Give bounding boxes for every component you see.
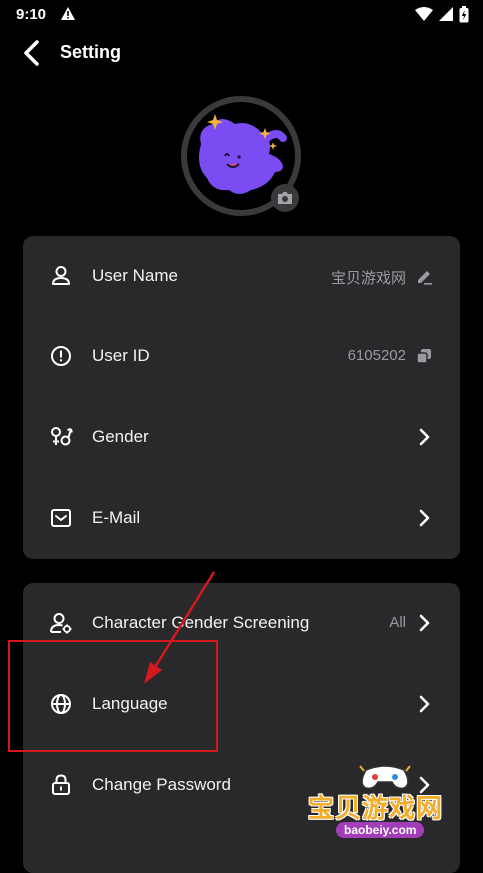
chevron-right-icon: [414, 613, 434, 633]
alert-icon: [60, 6, 76, 26]
camera-icon[interactable]: [271, 184, 299, 212]
avatar[interactable]: [181, 96, 301, 216]
watermark-url: baobeiy.com: [336, 822, 425, 838]
watermark-text: 宝贝游戏网: [308, 793, 444, 823]
email-label: E-Mail: [92, 508, 141, 527]
profile-settings-card: User Name 宝贝游戏网 User ID 6105202 Gender E…: [23, 236, 460, 559]
gender-row[interactable]: Gender: [23, 397, 460, 477]
annotation-highlight-box: [8, 640, 218, 752]
user-icon: [49, 264, 73, 288]
back-arrow-icon: [24, 40, 39, 66]
chevron-right-icon: [414, 694, 434, 714]
email-row[interactable]: E-Mail: [23, 478, 460, 558]
lock-icon: [49, 773, 73, 797]
id-icon: [49, 344, 73, 368]
chevron-right-icon: [414, 427, 434, 447]
character-gender-screening-label: Character Gender Screening: [92, 613, 310, 632]
user-id-row: User ID 6105202: [23, 316, 460, 396]
change-password-label: Change Password: [92, 775, 231, 794]
wifi-icon: [415, 7, 433, 27]
page-title: Setting: [60, 42, 121, 62]
mail-icon: [49, 506, 73, 530]
status-time: 9:10: [16, 6, 47, 23]
status-bar: 9:10: [0, 0, 483, 30]
user-name-row[interactable]: User Name 宝贝游戏网: [23, 236, 460, 316]
copy-icon[interactable]: [414, 346, 434, 366]
gender-icon: [49, 425, 73, 449]
signal-icon: [439, 7, 453, 27]
gender-label: Gender: [92, 427, 149, 446]
back-button[interactable]: [20, 38, 46, 68]
watermark: 宝贝游戏网 baobeiy.com: [300, 760, 470, 858]
chevron-right-icon: [414, 508, 434, 528]
battery-icon: [459, 6, 469, 28]
edit-icon[interactable]: [414, 266, 434, 286]
user-name-value: 宝贝游戏网: [330, 270, 406, 287]
user-settings-icon: [49, 611, 73, 635]
character-gender-screening-value: All: [389, 614, 406, 631]
user-name-label: User Name: [92, 266, 178, 285]
header: Setting: [0, 30, 483, 76]
user-id-value: 6105202: [347, 347, 406, 364]
user-id-label: User ID: [92, 346, 150, 365]
